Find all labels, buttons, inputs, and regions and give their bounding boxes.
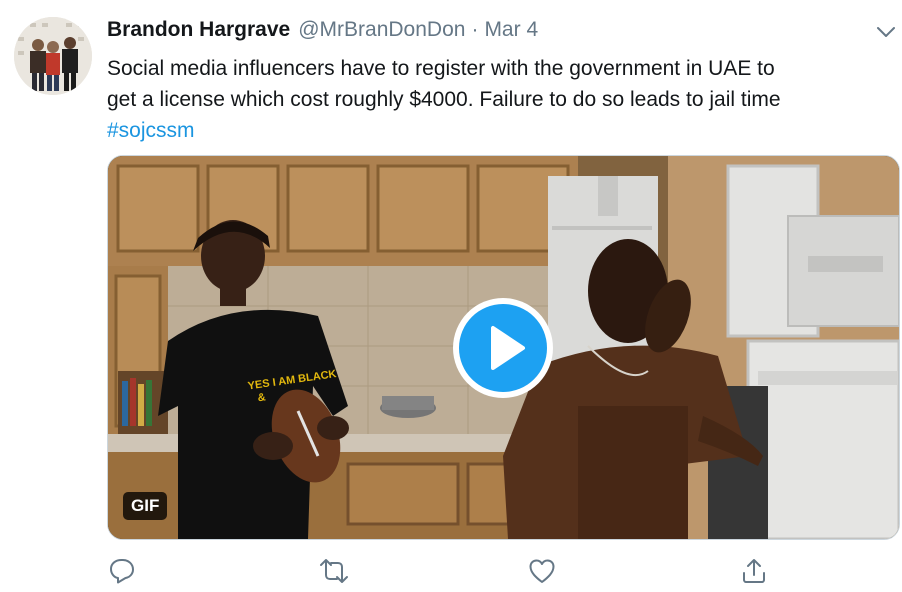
tweet-date[interactable]: Mar 4 [484, 18, 538, 42]
retweet-icon [320, 559, 348, 583]
reply-button[interactable] [107, 556, 137, 586]
gif-media[interactable]: YES I AM BLACK & GIF [107, 155, 900, 540]
hashtag-link[interactable]: #sojcssm [107, 115, 897, 146]
tweet-header: Brandon Hargrave @MrBranDonDon · Mar 4 [107, 18, 538, 48]
share-icon [743, 559, 765, 583]
avatar[interactable] [14, 17, 92, 95]
share-button[interactable] [739, 556, 769, 586]
more-options-button[interactable] [873, 22, 899, 42]
gif-badge: GIF [123, 492, 168, 520]
tweet-actions [0, 550, 902, 590]
heart-icon [529, 559, 555, 583]
chevron-down-icon [877, 27, 895, 37]
like-button[interactable] [527, 556, 557, 586]
separator-dot: · [471, 18, 479, 41]
play-button[interactable] [453, 298, 553, 398]
play-icon [491, 326, 525, 370]
retweet-button[interactable] [318, 556, 350, 586]
author-handle[interactable]: @MrBranDonDon [298, 18, 465, 42]
avatar-image [14, 17, 92, 95]
tweet-text-line: get a license which cost roughly $4000. … [107, 88, 781, 111]
play-button-fill [459, 304, 547, 392]
author-name[interactable]: Brandon Hargrave [107, 18, 290, 42]
tweet-text: Social media influencers have to registe… [107, 53, 897, 146]
reply-icon [110, 559, 134, 584]
tweet-text-line: Social media influencers have to registe… [107, 57, 775, 80]
